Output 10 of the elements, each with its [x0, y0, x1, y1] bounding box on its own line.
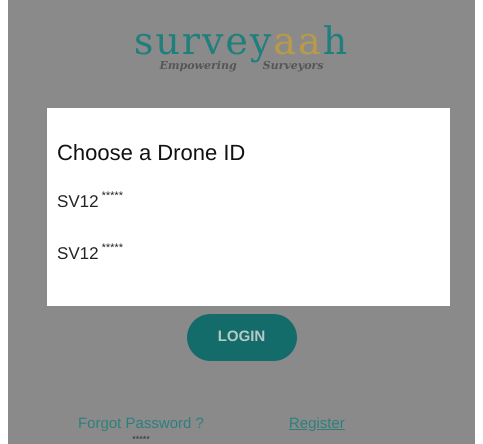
login-button[interactable]: LOGIN: [186, 314, 296, 360]
masked-text: *****: [132, 435, 150, 444]
dialog-title: Choose a Drone ID: [57, 139, 246, 167]
drone-option[interactable]: SV12 *****: [57, 239, 440, 291]
drone-option[interactable]: SV12 *****: [57, 187, 440, 239]
masked-id: *****: [102, 241, 123, 256]
drone-id: SV12: [57, 243, 99, 265]
drone-id: SV12: [57, 191, 99, 213]
masked-id: *****: [102, 189, 123, 204]
logo-wordmark: surveyaah: [134, 22, 350, 60]
